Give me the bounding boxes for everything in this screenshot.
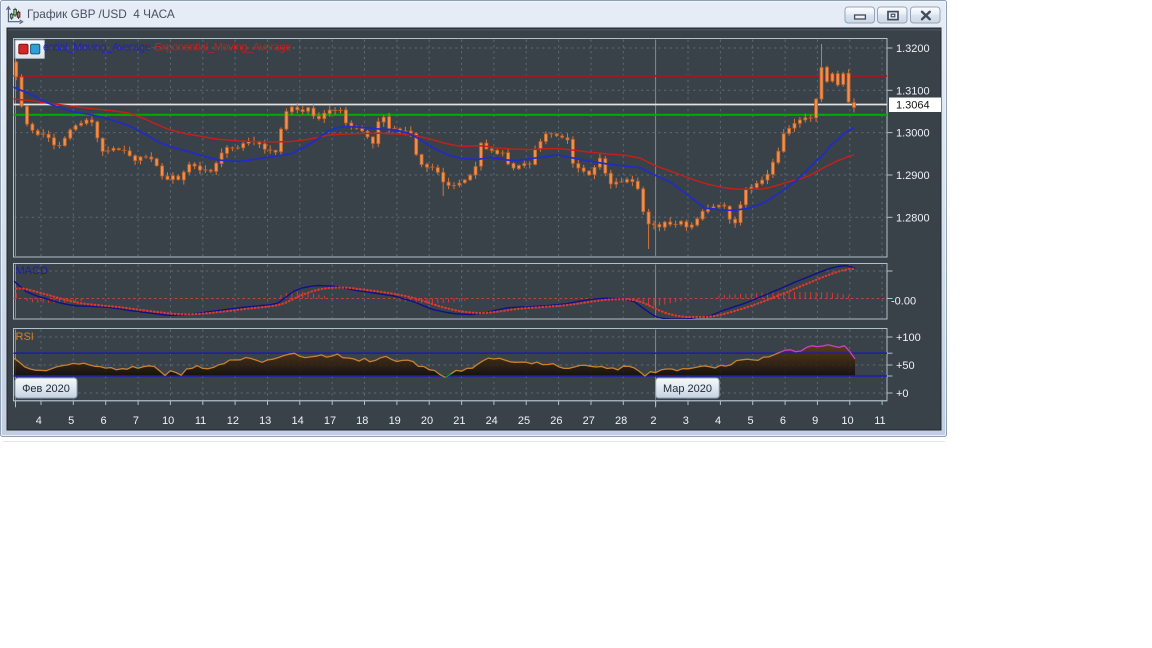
svg-text:19: 19 xyxy=(389,415,401,427)
svg-text:-Exponential_Moving_Average: -Exponential_Moving_Average xyxy=(151,41,291,53)
svg-text:3: 3 xyxy=(683,415,689,427)
svg-text:1.3200: 1.3200 xyxy=(896,43,930,55)
svg-text:18: 18 xyxy=(356,415,368,427)
svg-text:11: 11 xyxy=(195,415,206,427)
svg-text:6: 6 xyxy=(780,415,786,427)
svg-text:10: 10 xyxy=(841,415,853,427)
svg-text:RSI: RSI xyxy=(16,331,34,343)
svg-text:11: 11 xyxy=(874,415,885,427)
svg-text:+0: +0 xyxy=(896,388,909,400)
svg-text:17: 17 xyxy=(324,415,336,427)
svg-text:1.2800: 1.2800 xyxy=(896,212,930,224)
svg-text:13: 13 xyxy=(259,415,271,427)
svg-text:10: 10 xyxy=(162,415,174,427)
svg-text:4: 4 xyxy=(715,415,721,427)
svg-text:2: 2 xyxy=(650,415,656,427)
svg-text:4: 4 xyxy=(36,415,42,427)
svg-text:12: 12 xyxy=(227,415,239,427)
svg-text:+50: +50 xyxy=(896,360,915,372)
svg-text:26: 26 xyxy=(550,415,562,427)
svg-text:9: 9 xyxy=(812,415,818,427)
svg-text:Мар 2020: Мар 2020 xyxy=(663,383,712,395)
svg-text:ential_Moving_Average: ential_Moving_Average xyxy=(43,41,151,53)
svg-text:1.3064: 1.3064 xyxy=(896,100,930,112)
svg-text:14: 14 xyxy=(291,415,303,427)
svg-text:5: 5 xyxy=(747,415,753,427)
svg-text:График GBP /USD 4 ЧАСА: График GBP /USD 4 ЧАСА xyxy=(27,7,175,21)
svg-text:21: 21 xyxy=(453,415,465,427)
svg-text:25: 25 xyxy=(518,415,530,427)
svg-text:24: 24 xyxy=(486,415,498,427)
svg-text:MACD: MACD xyxy=(16,265,48,277)
svg-text:5: 5 xyxy=(68,415,74,427)
svg-text:7: 7 xyxy=(133,415,139,427)
svg-text:27: 27 xyxy=(583,415,595,427)
svg-text:Фев 2020: Фев 2020 xyxy=(22,383,70,395)
svg-text:1.2900: 1.2900 xyxy=(896,170,930,182)
svg-text:6: 6 xyxy=(100,415,106,427)
svg-text:1.3100: 1.3100 xyxy=(896,85,930,97)
svg-text:-0.00: -0.00 xyxy=(891,296,916,308)
svg-text:+100: +100 xyxy=(896,332,921,344)
svg-text:28: 28 xyxy=(615,415,627,427)
svg-text:1.3000: 1.3000 xyxy=(896,128,930,140)
svg-text:20: 20 xyxy=(421,415,433,427)
